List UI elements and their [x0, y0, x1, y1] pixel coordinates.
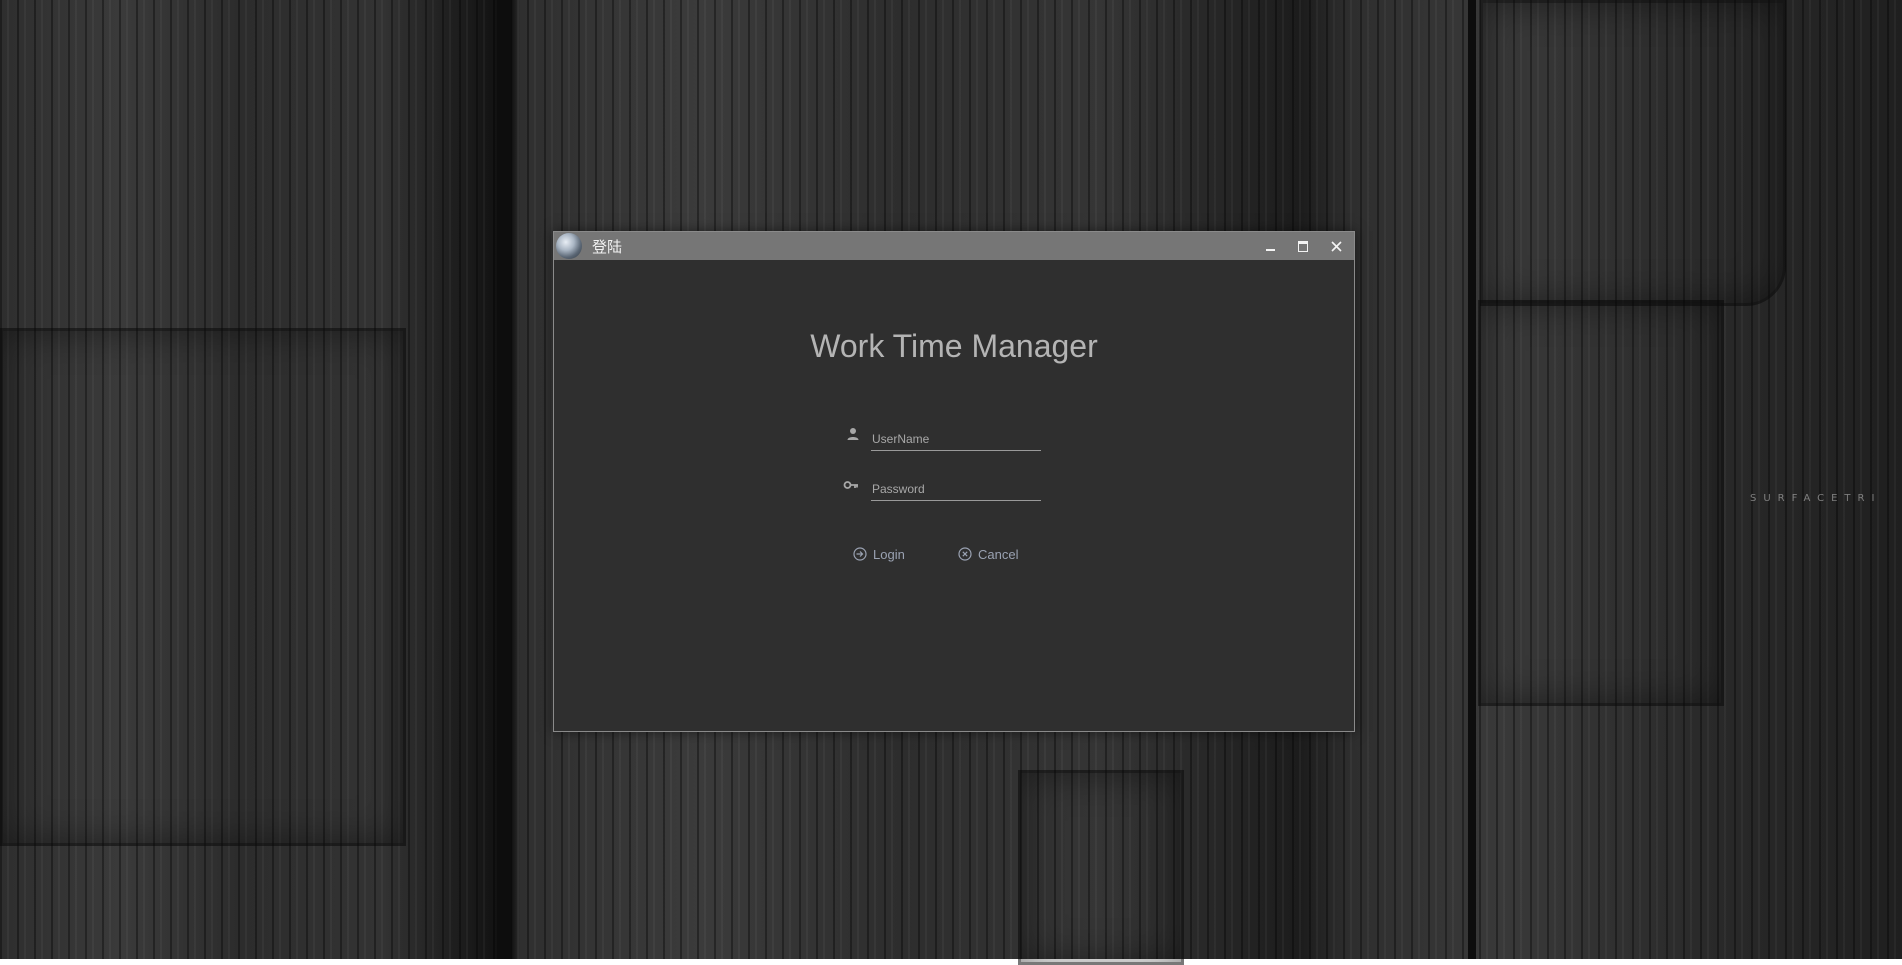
minimize-button[interactable] — [1254, 232, 1286, 260]
window-title: 登陆 — [592, 238, 623, 256]
wallpaper-seam — [1468, 0, 1476, 959]
login-window: 登陆 Work Time Manager Login — [553, 231, 1355, 732]
wallpaper-panel — [1018, 770, 1184, 965]
user-icon — [847, 428, 859, 440]
cancel-button[interactable]: Cancel — [958, 544, 1018, 564]
arrow-circle-right-icon — [853, 547, 867, 561]
password-field[interactable] — [871, 478, 1042, 501]
app-heading: Work Time Manager — [810, 328, 1098, 364]
maximize-icon — [1298, 240, 1308, 252]
wallpaper-watermark: SURFACETRI — [1750, 493, 1882, 504]
close-icon — [1330, 240, 1342, 252]
cancel-button-label: Cancel — [978, 546, 1019, 562]
wallpaper-panel — [1478, 300, 1724, 706]
username-input[interactable] — [871, 429, 1042, 449]
minimize-icon — [1265, 249, 1275, 251]
login-button[interactable]: Login — [853, 544, 905, 564]
username-field[interactable] — [871, 428, 1042, 451]
close-circle-icon — [958, 547, 972, 561]
wallpaper-seam — [497, 0, 511, 959]
close-button[interactable] — [1320, 232, 1352, 260]
wallpaper-panel — [0, 328, 406, 846]
wallpaper-panel — [1480, 0, 1786, 306]
password-input[interactable] — [871, 479, 1042, 499]
window-titlebar[interactable]: 登陆 — [554, 232, 1354, 260]
login-button-label: Login — [873, 546, 905, 562]
maximize-button[interactable] — [1287, 232, 1319, 260]
key-icon — [843, 481, 858, 489]
app-globe-icon — [556, 233, 582, 259]
